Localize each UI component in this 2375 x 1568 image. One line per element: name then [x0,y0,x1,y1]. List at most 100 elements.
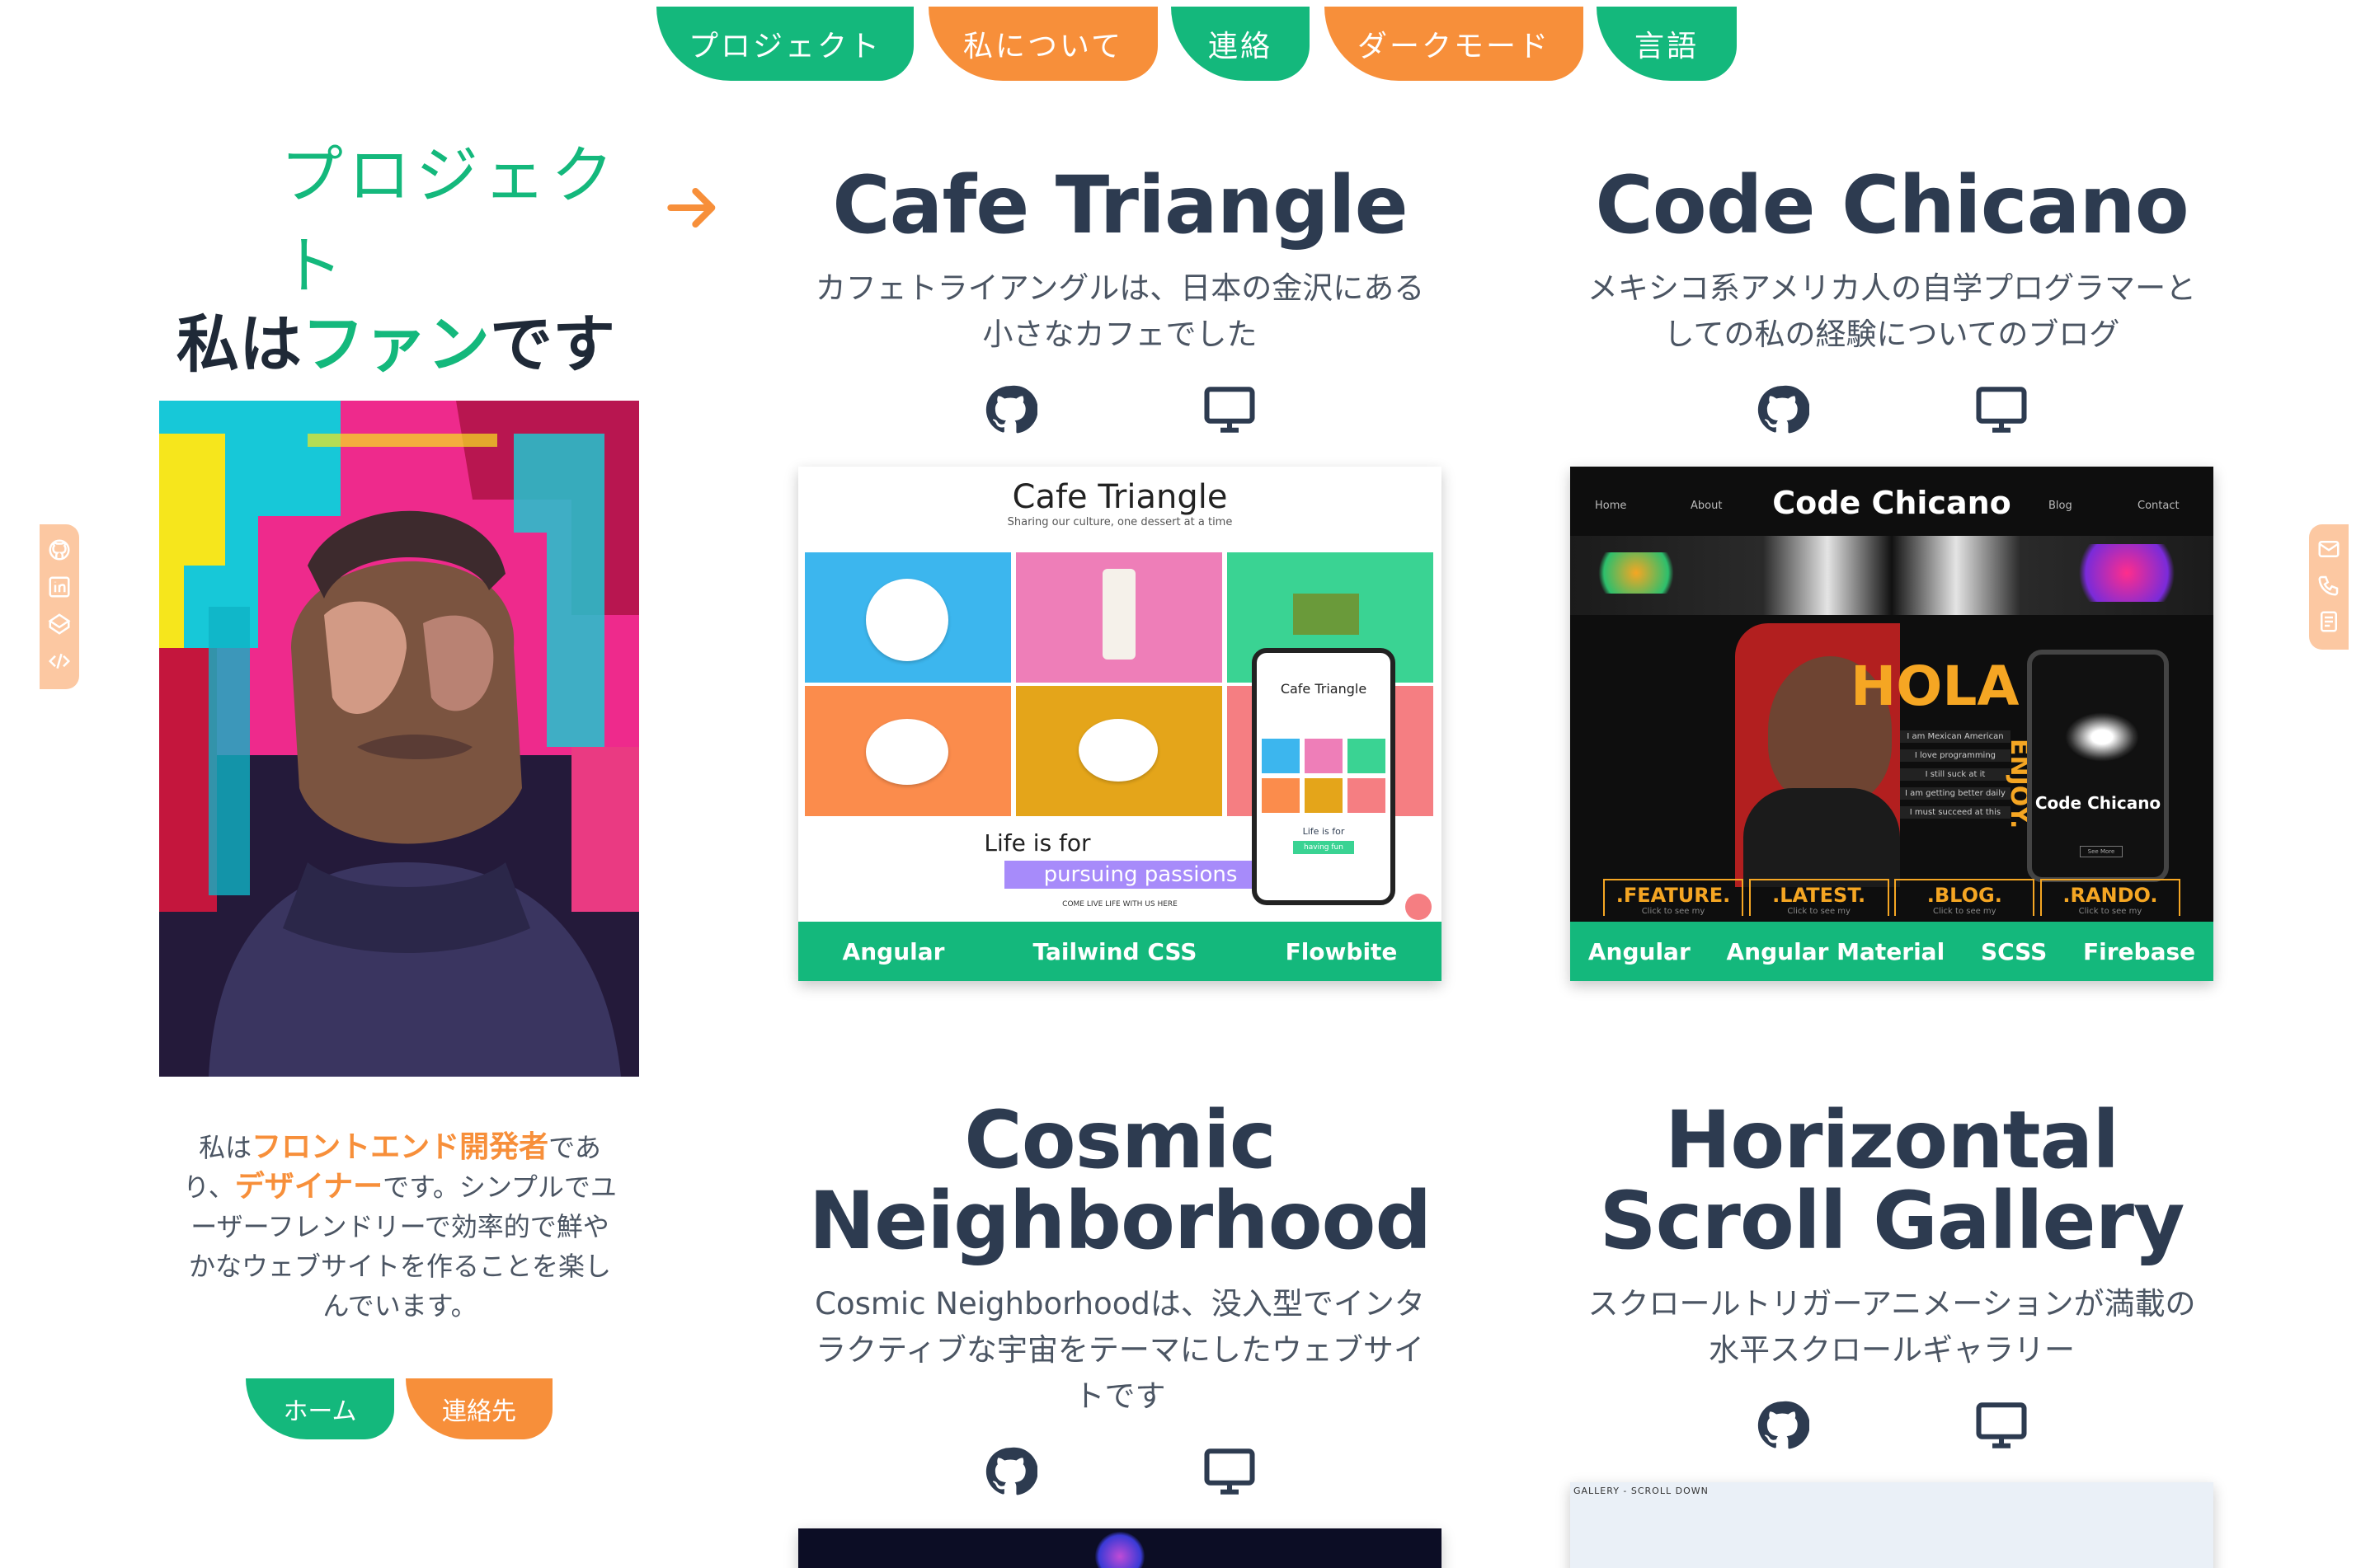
nav-projects-button[interactable]: プロジェクト [656,7,914,81]
tech-tag: Angular [842,937,945,965]
project-title: Code Chicano [1595,159,2189,251]
phone-button: See More [2080,846,2123,857]
project-title: Cafe Triangle [832,159,1409,251]
project-card-horizontal-scroll-gallery: Horizontal Scroll Gallery スクロールトリガーアニメーシ… [1570,1100,2213,1568]
preview-tile-shake [1016,552,1222,683]
bio-highlight-designer: デザイナー [234,1170,383,1204]
project-screenshot[interactable] [798,1528,1441,1568]
mail-icon[interactable] [2316,537,2341,565]
preview-sections: .FEATURE. Click to see my .LATEST. Click t… [1603,879,2180,916]
github-icon[interactable] [47,538,72,566]
live-site-monitor-icon[interactable] [1974,1398,2029,1453]
bio-highlight-role: フロントエンド開発者 [252,1130,549,1164]
linkedin-icon[interactable] [47,575,72,603]
intro-suffix: です [490,307,615,381]
project-card-code-chicano: Code Chicano メキシコ系アメリカ人の自学プログラマーとしての私の経験… [1570,165,2213,981]
preview-bullet: I am Mexican American [1900,730,2011,743]
live-site-monitor-icon[interactable] [1974,383,2029,437]
preview-section-caption: Click to see my [1787,907,1851,916]
phone-brand: Code Chicano [2034,793,2161,813]
preview-bullets: I am Mexican American I love programming… [1900,730,2011,819]
projects-link-label: プロジェクト [280,138,618,303]
github-icon[interactable] [983,383,1038,437]
project-title: Cosmic Neighborhood [808,1094,1432,1267]
phone-title: Cafe Triangle [1280,681,1367,697]
live-site-monitor-icon[interactable] [1202,383,1257,437]
code-icon[interactable] [47,649,72,677]
project-screenshot[interactable]: GALLERY - SCROLL DOWN [1570,1482,2213,1568]
project-description: カフェトライアングルは、日本の金沢にある小さなカフェでした [815,270,1425,352]
resume-icon[interactable] [2316,609,2341,637]
tech-tag: Angular [1587,937,1691,965]
preview-section-title: .FEATURE. [1615,884,1731,907]
tech-tag: Tailwind CSS [1032,937,1197,965]
project-card-cosmic-neighborhood: Cosmic Neighborhood Cosmic Neighborhoodは… [798,1100,1441,1568]
preview-tagline-highlight: pursuing passions [1004,861,1277,889]
tech-tag: Angular Material [1726,937,1945,965]
preview-hero-text: HOLA [1851,655,2020,718]
preview-caption: GALLERY - SCROLL DOWN [1573,1486,1709,1496]
preview-bullet: I must succeed at this [1900,806,2011,819]
project-description: メキシコ系アメリカ人の自学プログラマーとしての私の経験についてのブログ [1587,270,2197,352]
bio-part-1: 私は [199,1132,252,1163]
preview-section-title: .LATEST. [1772,884,1866,907]
project-description: Cosmic Neighborhoodは、没入型でインタラクティブな宇宙をテーマ… [815,1286,1425,1414]
nav-contact-button[interactable]: 連絡 [1171,7,1310,81]
phone-icon[interactable] [2316,573,2341,601]
social-links-rail [40,524,79,689]
project-links [1570,1398,2213,1453]
bio-text: 私はフロントエンド開発者であり、デザイナーです。シンプルでユーザーフレンドリーで… [181,1128,618,1326]
contact-links-rail [2309,524,2349,650]
scroll-top-icon[interactable] [1405,894,1432,920]
preview-tile-pastry [805,686,1011,816]
preview-tile-latte [1016,686,1222,816]
arrow-right-icon [660,175,726,256]
tech-stack-bar: Angular Tailwind CSS Flowbite [798,922,1441,981]
preview-section-caption: Click to see my [2078,907,2142,916]
codepen-icon[interactable] [47,612,72,640]
project-screenshot[interactable]: Home About Blog Contact Code Chicano HOL… [1570,467,2213,981]
intro-prefix: 私は [176,307,302,381]
nav-language-button[interactable]: 言語 [1597,7,1737,81]
nav-dark-mode-button[interactable]: ダークモード [1324,7,1583,81]
tech-stack-bar: Angular Angular Material SCSS Firebase [1570,922,2213,981]
preview-tile-dessert [805,552,1011,683]
preview-brand: Code Chicano [1772,485,2011,521]
preview-header: Cafe Triangle Sharing our culture, one d… [798,478,1441,528]
tech-tag: Flowbite [1285,937,1398,965]
preview-phone-mockup: Code Chicano See More [2027,650,2169,882]
preview-section-caption: Click to see my [1933,907,1996,916]
tech-tag: Firebase [2083,937,2196,965]
preview-title: Cafe Triangle [1012,478,1228,516]
project-links [1570,383,2213,437]
preview-section-title: .BLOG. [1926,884,2002,907]
tech-tag: SCSS [1980,937,2048,965]
preview-section-caption: Click to see my [1641,907,1705,916]
home-button[interactable]: ホーム [246,1378,394,1439]
live-site-monitor-icon[interactable] [1202,1444,1257,1499]
contact-button[interactable]: 連絡先 [406,1378,553,1439]
project-screenshot[interactable]: Cafe Triangle Sharing our culture, one d… [798,467,1441,981]
preview-section-title: .RANDO. [2062,884,2158,907]
nav-about-button[interactable]: 私について [929,7,1158,81]
planet-icon [1095,1532,1145,1568]
preview-phone-mockup: Cafe Triangle Life is for having fun [1252,648,1395,905]
github-icon[interactable] [1755,383,1810,437]
github-icon[interactable] [1755,1398,1810,1453]
preview-subtitle: Sharing our culture, one dessert at a ti… [1007,516,1233,528]
projects-link[interactable]: プロジェクト [280,138,726,303]
preview-bullet: I love programming [1900,749,2011,762]
project-title: Horizontal Scroll Gallery [1599,1094,2185,1267]
preview-banner [1570,536,2213,615]
intro-highlight: ファン [302,307,490,381]
github-icon[interactable] [983,1444,1038,1499]
project-description: スクロールトリガーアニメーションが満載の水平スクロールギャラリー [1587,1286,2196,1368]
phone-badge: having fun [1293,841,1354,854]
preview-bullet: I still suck at it [1900,768,2011,781]
project-links [798,1444,1441,1499]
project-links [798,383,1441,437]
intro-heading: 私はファンです [132,293,660,384]
project-card-cafe-triangle: Cafe Triangle カフェトライアングルは、日本の金沢にある小さなカフェ… [798,165,1441,981]
preview-bullet: I am getting better daily [1900,787,2011,800]
profile-portrait [159,401,639,1077]
